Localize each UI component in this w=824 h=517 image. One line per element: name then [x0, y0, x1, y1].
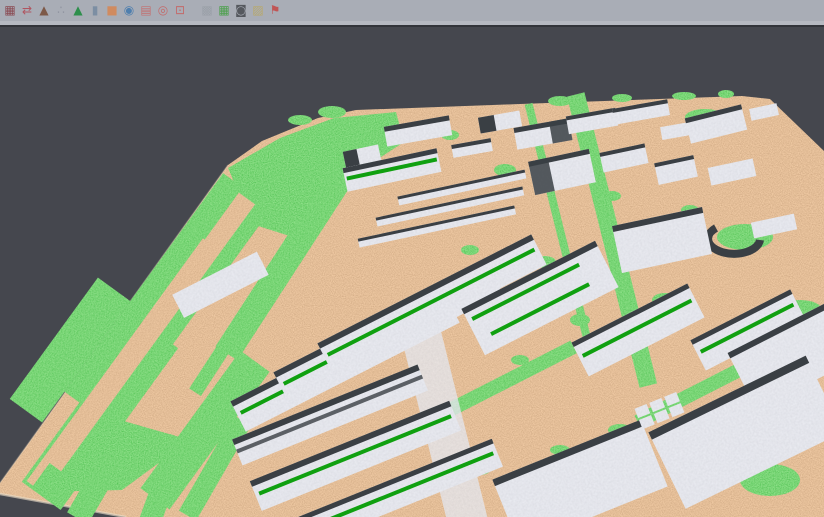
globe-icon[interactable]: ◉	[121, 2, 137, 19]
flag-icon[interactable]: ⚑	[267, 2, 283, 19]
terrain-green-icon[interactable]: ▲	[70, 2, 86, 19]
camera-icon[interactable]: ◙	[233, 2, 249, 19]
classify-blocks-icon[interactable]: ▦	[2, 2, 18, 19]
measure-hatch-icon[interactable]: ▨	[250, 2, 266, 19]
main-toolbar: ▦ ⇄ ▲ ∴ ▲ ▮ ■ ◉ ▤ ◎ ⊡ ▩ ▦ ◙ ▨ ⚑	[0, 0, 824, 21]
grid-mask-icon[interactable]: ▩	[199, 2, 215, 19]
column-model-icon[interactable]: ▮	[87, 2, 103, 19]
layer-stack-icon[interactable]: ▤	[138, 2, 154, 19]
swap-arrows-icon[interactable]: ⇄	[19, 2, 35, 19]
target-ring-icon[interactable]: ◎	[155, 2, 171, 19]
viewport-3d[interactable]	[0, 27, 824, 517]
point-cloud-render	[0, 27, 824, 517]
terrain-brown-icon[interactable]: ▲	[36, 2, 52, 19]
ground-patch-icon[interactable]: ■	[104, 2, 120, 19]
application-window: ▦ ⇄ ▲ ∴ ▲ ▮ ■ ◉ ▤ ◎ ⊡ ▩ ▦ ◙ ▨ ⚑	[0, 0, 824, 517]
point-scatter-icon[interactable]: ∴	[53, 2, 69, 19]
selection-box-icon[interactable]: ⊡	[172, 2, 188, 19]
toolbar-separator	[189, 2, 198, 19]
classification-map-icon[interactable]: ▦	[216, 2, 232, 19]
